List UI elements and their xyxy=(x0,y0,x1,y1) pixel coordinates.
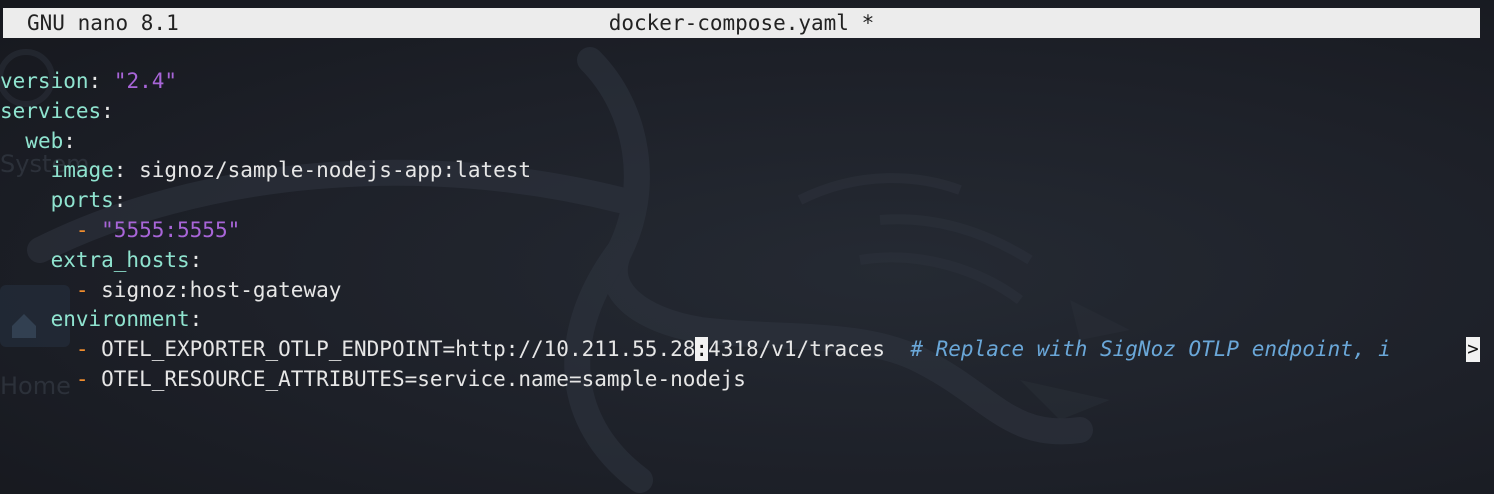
yaml-value: signoz:host-gateway xyxy=(101,277,342,302)
yaml-key: services xyxy=(0,98,102,123)
yaml-colon: : xyxy=(189,307,203,332)
yaml-colon: : xyxy=(113,158,140,183)
code-line[interactable]: services: xyxy=(0,97,1490,127)
yaml-string-value: "5555:5555" xyxy=(101,217,241,242)
yaml-string-value: "2.4" xyxy=(113,69,178,93)
line-overflow-indicator: > xyxy=(1466,337,1480,363)
code-line[interactable]: environment: xyxy=(0,305,1490,335)
yaml-colon: : xyxy=(189,247,203,272)
yaml-key: image xyxy=(50,158,114,183)
yaml-colon: : xyxy=(113,188,127,213)
code-line[interactable]: image: signoz/sample-nodejs-app:latest xyxy=(0,156,1490,186)
yaml-value: signoz/sample-nodejs-app:latest xyxy=(139,158,532,183)
nano-title-bar: GNU nano 8.1 docker-compose.yaml * xyxy=(3,8,1480,38)
code-line[interactable]: - signoz:host-gateway xyxy=(0,276,1490,306)
code-line[interactable]: ports: xyxy=(0,186,1490,216)
code-line[interactable]: - OTEL_RESOURCE_ATTRIBUTES=service.name=… xyxy=(0,365,1490,395)
yaml-value: OTEL_EXPORTER_OTLP_ENDPOINT=http://10.21… xyxy=(101,337,696,362)
yaml-colon: : xyxy=(101,98,114,123)
yaml-list-dash: - xyxy=(75,366,102,391)
code-line[interactable]: - "5555:5555" xyxy=(0,216,1490,246)
code-line[interactable]: web: xyxy=(0,127,1490,157)
code-line-with-cursor[interactable]: - OTEL_EXPORTER_OTLP_ENDPOINT=http://10.… xyxy=(0,335,1490,365)
yaml-list-dash: - xyxy=(75,217,102,242)
yaml-value: OTEL_RESOURCE_ATTRIBUTES=service.name=sa… xyxy=(101,366,746,391)
yaml-comment: # Replace with SigNoz OTLP endpoint, i xyxy=(910,337,1391,362)
yaml-key: extra_hosts xyxy=(50,247,190,272)
text-cursor[interactable]: : xyxy=(695,337,709,362)
yaml-colon: : xyxy=(88,69,114,93)
yaml-list-dash: - xyxy=(75,277,102,302)
yaml-colon: : xyxy=(63,128,76,153)
yaml-list-dash: - xyxy=(75,337,102,362)
code-line[interactable]: version: "2.4" xyxy=(0,67,1490,97)
editor-text-area[interactable]: version: "2.4" services: web: image: sig… xyxy=(0,67,1490,395)
yaml-key: web xyxy=(25,128,64,153)
code-line[interactable]: extra_hosts: xyxy=(0,246,1490,276)
yaml-key: version xyxy=(0,69,89,93)
yaml-key: environment xyxy=(50,307,190,332)
file-name-label: docker-compose.yaml * xyxy=(608,11,875,35)
terminal-window[interactable]: System Home GNU nano 8.1 docker-compose.… xyxy=(0,0,1494,494)
yaml-key: ports xyxy=(50,188,114,213)
yaml-value-continued: 4318/v1/traces xyxy=(708,337,886,362)
